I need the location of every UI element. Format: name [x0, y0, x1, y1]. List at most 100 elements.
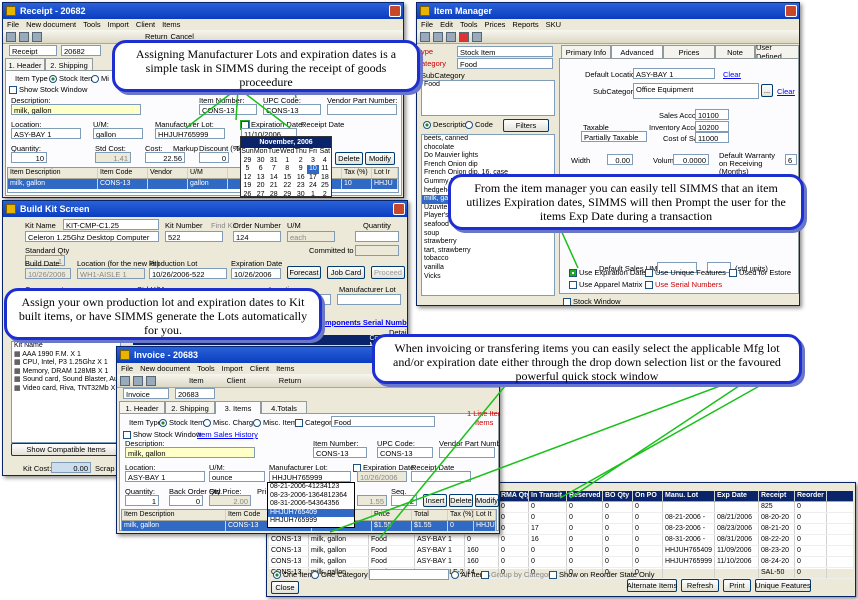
calendar-day[interactable]: 3 [307, 157, 319, 166]
close-button[interactable]: Close [271, 581, 299, 594]
table-row[interactable]: CONS-13 milk, gallon Food ASY-BAY 1 160 0 0 0 0 0… [269, 557, 853, 568]
kit-quantity-field[interactable] [355, 231, 399, 242]
filters-button[interactable]: Filters [503, 119, 549, 132]
menu-client[interactable]: Client [250, 364, 269, 373]
calendar-day[interactable]: 2 [294, 157, 307, 166]
receipt-date-field[interactable] [411, 471, 471, 482]
mfg-lot-field[interactable]: HHJUH765999 [155, 128, 225, 139]
calendar-day[interactable]: 2 [319, 191, 331, 200]
list-item[interactable]: strawberry [422, 238, 554, 247]
item-number-field[interactable]: CONS-13 [313, 447, 367, 458]
list-item[interactable]: tobacco [422, 255, 554, 264]
menu-tools[interactable]: Tools [460, 20, 478, 29]
calendar-day[interactable]: 18 [319, 174, 331, 183]
calendar-day[interactable]: 4 [319, 157, 331, 166]
close-icon[interactable] [389, 5, 401, 17]
misc-radio[interactable]: Mi [91, 74, 109, 84]
tree-node[interactable]: ▦ AAA 1990 F.M. X 1 [12, 351, 120, 360]
col-lot[interactable]: Lot Ir [372, 168, 398, 178]
menu-import[interactable]: Import [108, 20, 129, 29]
print-icon[interactable] [146, 375, 156, 386]
calendar-day[interactable]: 26 [241, 191, 254, 200]
sales-account-field[interactable]: 10100 [695, 109, 729, 120]
tab-user-defined[interactable]: User Defined [755, 43, 799, 61]
col-item-code[interactable]: Item Code [98, 168, 148, 178]
col-total[interactable]: Total [412, 510, 448, 520]
kit-number-field[interactable]: 522 [165, 231, 223, 242]
vendor-part-field[interactable] [327, 104, 397, 115]
calendar-day[interactable]: 19 [241, 182, 254, 191]
tree-node[interactable]: ▦ Video card, Riva, TNT32Mb X [12, 385, 120, 394]
col-tax[interactable]: Tax (%) [448, 510, 474, 520]
receipt-titlebar[interactable]: Receipt - 20682 [3, 3, 403, 19]
stock-col-header[interactable]: BO Qty [603, 491, 633, 501]
production-lot-field[interactable]: 10/26/2006-522 [149, 268, 227, 279]
stock-col-header[interactable]: In Transit [529, 491, 567, 501]
calendar-day[interactable]: 12 [241, 174, 254, 183]
table-row[interactable]: CONS-13 milk, gallon Food ASY-BAY 1 0 0 16 0 0 0 0… [269, 535, 853, 546]
show-stock-checkbox[interactable]: Show Stock Window [123, 430, 201, 440]
calendar-day[interactable]: 31 [267, 157, 280, 166]
one-category-radio[interactable]: One Category [311, 570, 368, 580]
calendar-day[interactable]: 28 [267, 191, 280, 200]
calendar-day[interactable]: 29 [241, 157, 254, 166]
list-item[interactable]: vanilla [422, 264, 554, 273]
save-icon[interactable] [19, 31, 29, 42]
quantity-field[interactable]: 1 [125, 495, 159, 506]
new-icon[interactable] [6, 31, 16, 42]
use-unique-features-checkbox[interactable]: Use Unique Features [645, 268, 726, 278]
col-item-description[interactable]: Item Description [122, 510, 226, 520]
subcategory-list[interactable]: Food [421, 80, 555, 116]
calendar-day[interactable]: 16 [294, 174, 307, 183]
item-sales-history-link[interactable]: Item Sales History [197, 430, 258, 439]
list-item[interactable]: beets, canned [422, 135, 554, 144]
doc-type-select[interactable]: Invoice [123, 388, 169, 399]
um-select[interactable]: gallon [93, 128, 143, 139]
lot-dropdown-list[interactable]: 08-21-2006-41234123 08-23-2006-136481236… [267, 482, 355, 528]
menu-file[interactable]: File [7, 20, 19, 29]
delete-icon[interactable] [459, 31, 469, 42]
tree-root[interactable]: Kit Name [12, 342, 120, 351]
clear-location-link[interactable]: Clear [723, 70, 741, 79]
tab-advanced[interactable]: Advanced [611, 45, 663, 58]
warranty-field[interactable]: 6 [785, 154, 797, 165]
kit-name-field[interactable]: KIT-CMP-C1.25 [63, 219, 159, 230]
menu-file[interactable]: File [121, 364, 133, 373]
cogs-field[interactable]: 11000 [695, 132, 729, 143]
upc-field[interactable]: CONS-13 [263, 104, 321, 115]
calendar-day[interactable]: 17 [307, 174, 319, 183]
stock-col-header[interactable]: Reserved [567, 491, 603, 501]
lot-option[interactable]: 08-23-2006-1364812364 [268, 492, 354, 501]
menu-new-document[interactable]: New document [140, 364, 190, 373]
taxable-select[interactable]: Partially Taxable [581, 131, 647, 142]
upc-field[interactable]: CONS-13 [377, 447, 433, 458]
build-kit-titlebar[interactable]: Build Kit Screen [3, 201, 407, 217]
type-select[interactable]: Stock Item [457, 46, 553, 57]
menu-sku[interactable]: SKU [546, 20, 561, 29]
lot-option[interactable]: 08-21-2006-41234123 [268, 483, 354, 492]
lot-option[interactable]: HHJUH765409 [268, 508, 354, 518]
one-item-radio[interactable]: One Item [273, 570, 314, 580]
stock-item-radio[interactable]: Stock Item [49, 74, 94, 84]
calendar-day[interactable]: 1 [307, 191, 319, 200]
cost-field[interactable]: 22.56 [145, 152, 185, 163]
calendar-day[interactable]: 27 [254, 191, 268, 200]
used-for-estore-checkbox[interactable]: Used for Estore [729, 268, 791, 278]
save-icon[interactable] [133, 375, 143, 386]
seq-field[interactable]: 2 [391, 495, 417, 506]
doc-type-select[interactable]: Receipt [9, 45, 57, 56]
use-apparel-matrix-checkbox[interactable]: Use Apparel Matrix [569, 280, 642, 290]
calendar-day[interactable]: 7 [267, 165, 280, 174]
list-item[interactable]: tart, strawberry [422, 247, 554, 256]
col-vendor[interactable]: Vendor [148, 168, 188, 178]
kit-component-tree[interactable]: Kit Name ▦ AAA 1990 F.M. X 1 ▦ CPU, Inte… [11, 341, 121, 443]
calendar-day[interactable]: 8 [280, 165, 294, 174]
menu-prices[interactable]: Prices [485, 20, 506, 29]
volume-field[interactable]: 0.0000 [673, 154, 709, 165]
tree-node[interactable]: ▦ CPU, Intel, P3 1.25Ghz X 1 [12, 359, 120, 368]
stock-col-header[interactable]: On PO [633, 491, 663, 501]
calendar-day[interactable]: 10 [307, 165, 319, 174]
lot-option[interactable]: HHJUH765999 [268, 517, 354, 526]
location-select[interactable]: ASY-BAY 1 [125, 471, 205, 482]
component-mfg-lot-select[interactable] [337, 294, 401, 305]
